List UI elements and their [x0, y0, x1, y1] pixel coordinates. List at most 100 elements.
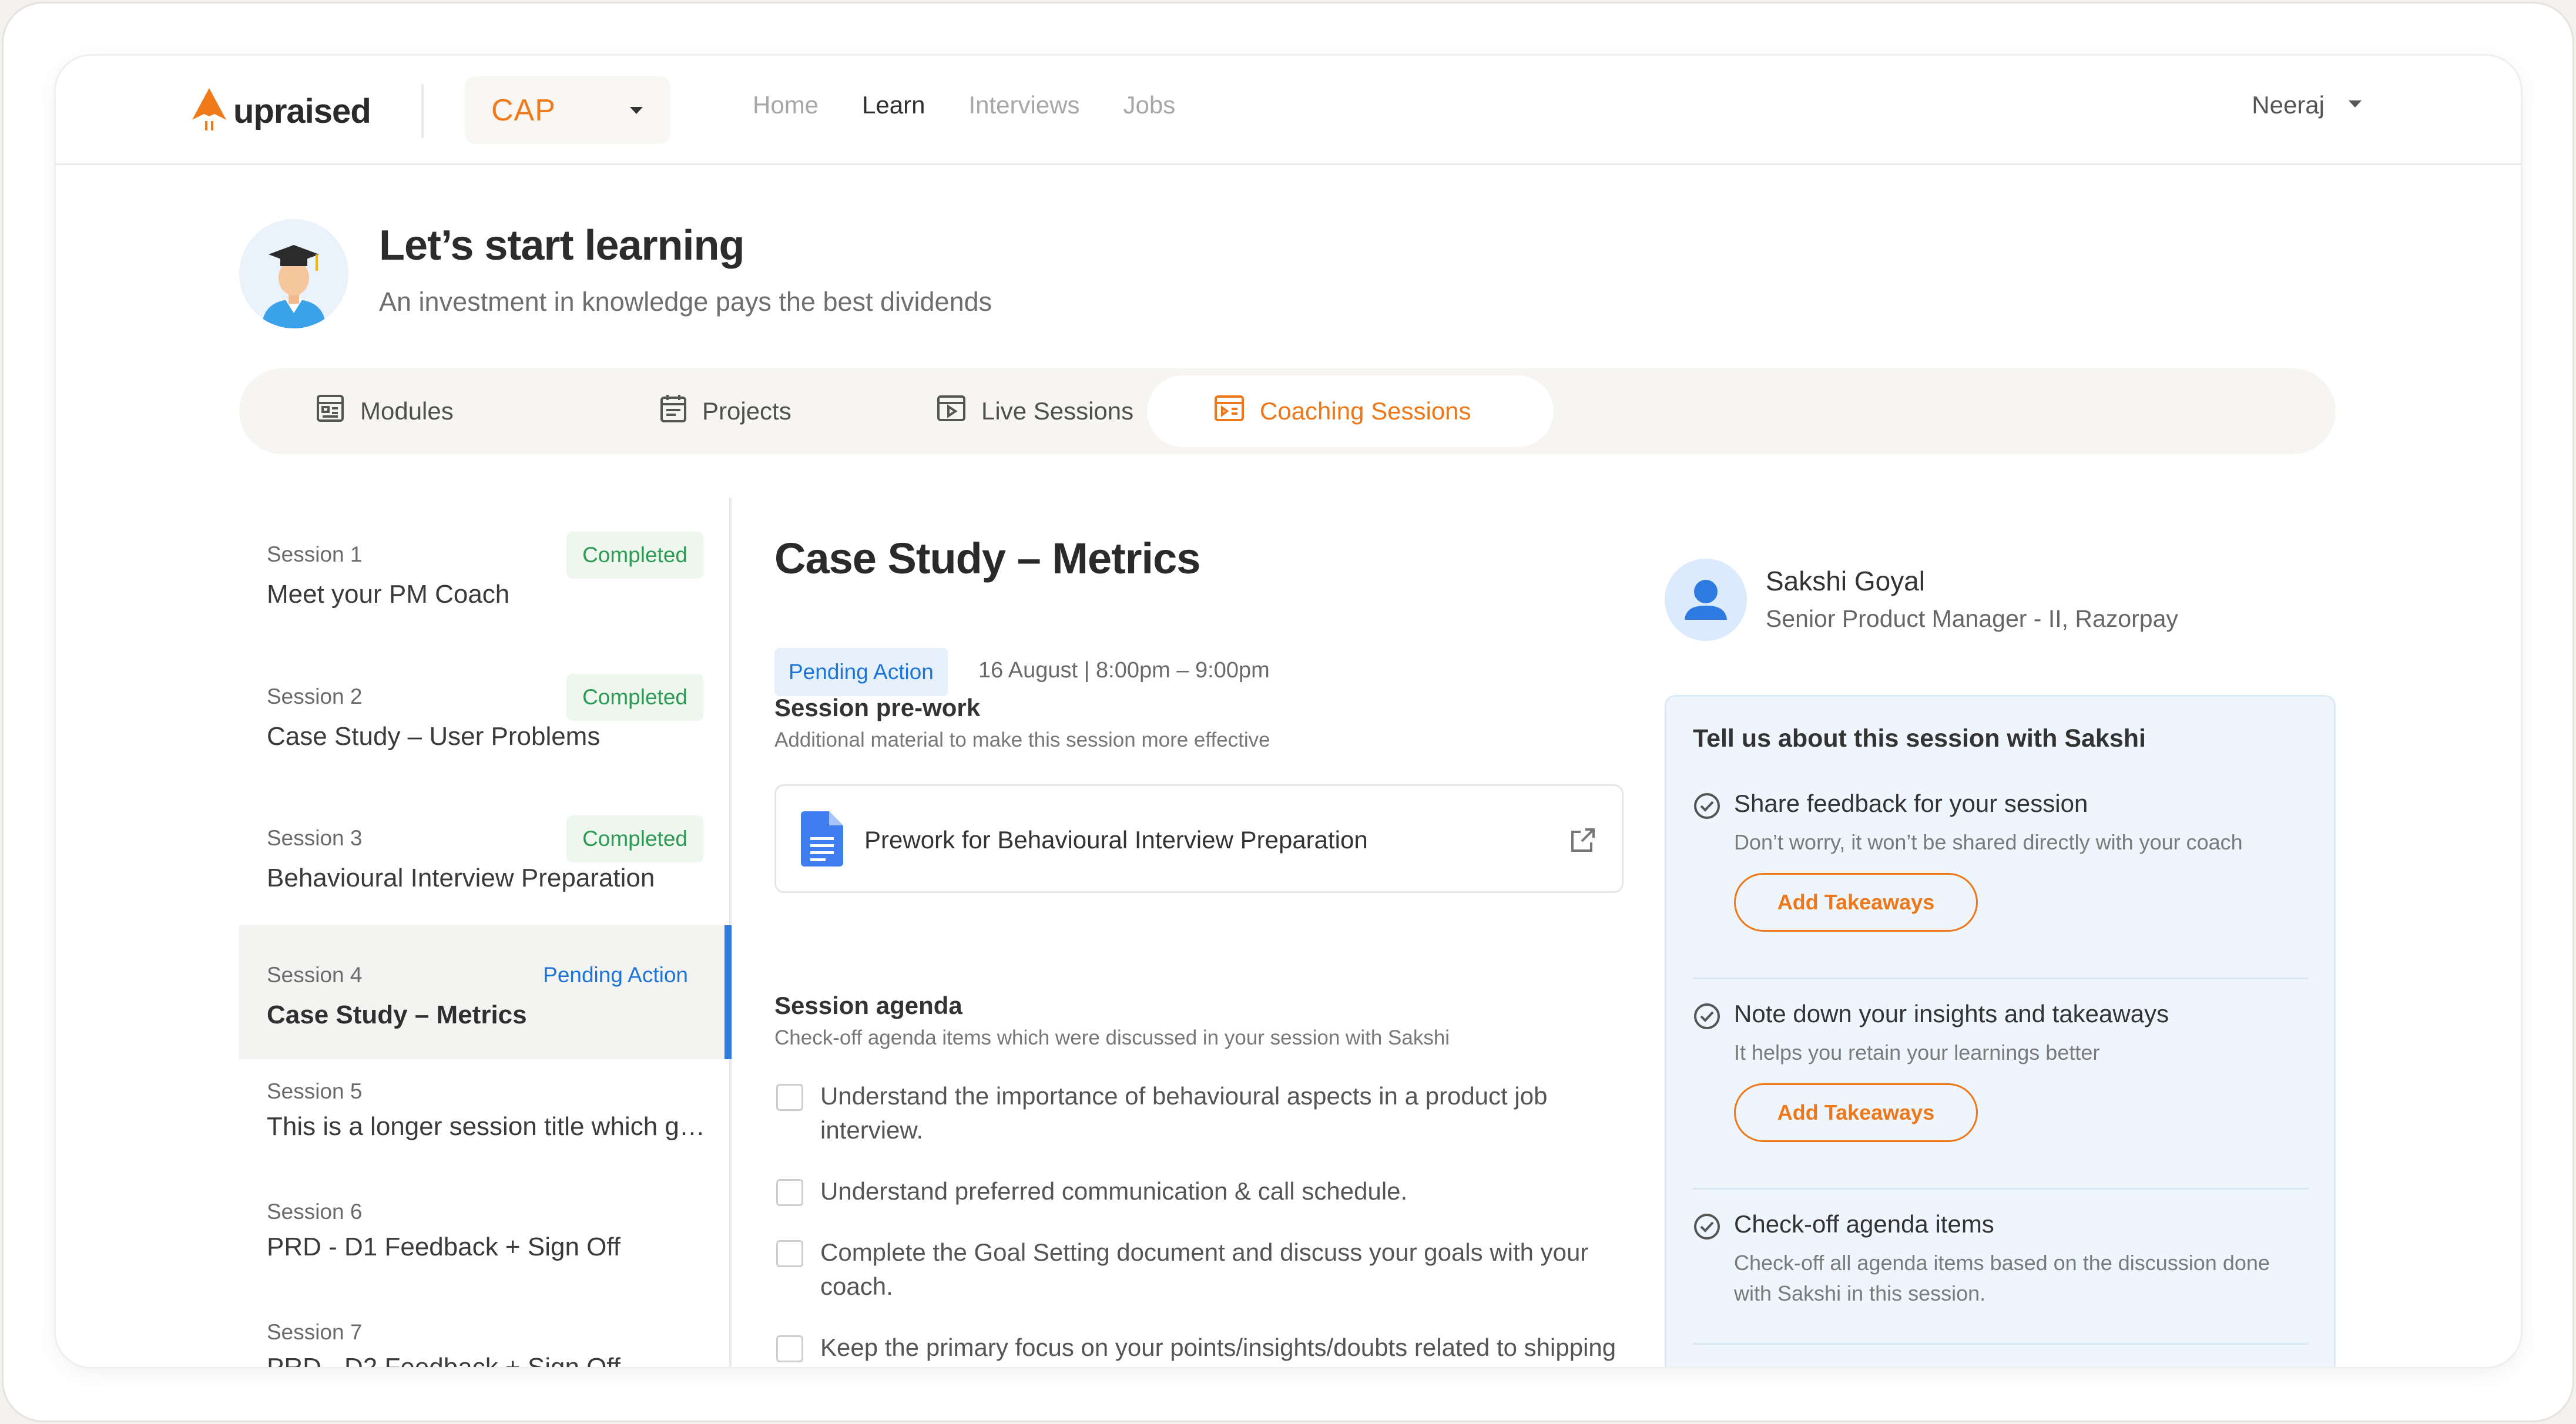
status-badge: Completed — [566, 532, 703, 579]
status-badge: Completed — [566, 674, 703, 721]
session-item-3[interactable]: Session 3 Completed Behavioural Intervie… — [239, 805, 729, 922]
agenda-heading: Session agenda — [774, 992, 962, 1019]
modules-icon — [316, 394, 345, 429]
tab-label: Modules — [360, 397, 454, 425]
session-title: Case Study – User Problems — [267, 722, 601, 751]
session-number: Session 4 — [267, 963, 363, 987]
agenda-item-text: Understand preferred communication & cal… — [820, 1177, 1408, 1205]
status-badge: Completed — [566, 815, 703, 862]
check-circle-icon — [1693, 1002, 1721, 1033]
video-icon — [937, 395, 966, 428]
session-number: Session 1 — [267, 542, 363, 566]
feedback-panel-title: Tell us about this session with Sakshi — [1693, 724, 2146, 753]
page-subtitle: An investment in knowledge pays the best… — [379, 287, 992, 317]
session-number: Session 2 — [267, 684, 363, 708]
learning-tabs: Modules Projects Live Sessions Coaching … — [239, 368, 2336, 454]
feedback-step-agenda: Check-off agenda items Check-off all age… — [1693, 1210, 2310, 1339]
tab-label: Live Sessions — [981, 397, 1134, 425]
feedback-step-insights: Note down your insights and takeaways It… — [1693, 1000, 2310, 1176]
session-title: Case Study – Metrics — [267, 1000, 527, 1029]
nav-link-home[interactable]: Home — [753, 91, 819, 119]
logo-wordmark: upraised — [233, 92, 371, 130]
session-title: PRD - D2 Feedback + Sign Off — [267, 1353, 620, 1367]
session-item-7[interactable]: Session 7 PRD - D2 Feedback + Sign Off — [239, 1320, 729, 1367]
feedback-step-heading: Check-off agenda items — [1734, 1210, 1994, 1238]
coach-avatar-icon — [1665, 559, 1747, 641]
add-takeaways-button[interactable]: Add Takeaways — [1734, 873, 1978, 932]
divider — [1693, 978, 2309, 979]
agenda-item-text: Complete the Goal Setting document and d… — [820, 1238, 1589, 1300]
session-number: Session 3 — [267, 826, 363, 850]
nav-divider — [421, 84, 424, 138]
feedback-step-heading: Note down your insights and takeaways — [1734, 1000, 2169, 1027]
prework-heading: Session pre-work — [774, 694, 981, 721]
logo[interactable]: upraised — [191, 87, 371, 136]
feedback-step-share: Share feedback for your session Don’t wo… — [1693, 790, 2310, 966]
google-doc-icon — [801, 811, 843, 869]
tab-label: Projects — [702, 397, 791, 425]
session-number: Session 7 — [267, 1320, 363, 1344]
nav-links: Home Learn Interviews Jobs — [753, 91, 1219, 119]
check-circle-icon — [1693, 1213, 1721, 1244]
user-menu[interactable]: Neeraj — [2252, 91, 2362, 119]
tab-label: Coaching Sessions — [1260, 397, 1471, 425]
active-indicator — [724, 925, 732, 1059]
session-list: Session 1 Completed Meet your PM Coach S… — [239, 498, 732, 1367]
feedback-step-subtext: Check-off all agenda items based on the … — [1734, 1251, 2270, 1305]
session-title-heading: Case Study – Metrics — [774, 534, 1200, 583]
coach-name: Sakshi Goyal — [1766, 566, 1926, 596]
nav-link-jobs[interactable]: Jobs — [1123, 91, 1176, 119]
feedback-step-subtext: It helps you retain your learnings bette… — [1734, 1040, 2100, 1064]
agenda-checkbox[interactable] — [776, 1240, 803, 1267]
session-item-1[interactable]: Session 1 Completed Meet your PM Coach — [239, 521, 729, 639]
agenda-item-text: Understand the importance of behavioural… — [820, 1082, 1548, 1144]
add-takeaways-button[interactable]: Add Takeaways — [1734, 1083, 1978, 1142]
page-title: Let’s start learning — [379, 222, 744, 269]
user-name: Neeraj — [2252, 91, 2325, 119]
status-badge: Pending Action — [774, 648, 948, 696]
session-item-2[interactable]: Session 2 Completed Case Study – User Pr… — [239, 663, 729, 781]
divider — [1693, 1343, 2309, 1345]
coach-role: Senior Product Manager - II, Razorpay — [1766, 605, 2178, 632]
session-item-4[interactable]: Session 4 Pending Action Case Study – Me… — [239, 925, 732, 1059]
resource-title: Prework for Behavioural Interview Prepar… — [864, 826, 1368, 854]
session-datetime: 16 August | 8:00pm – 9:00pm — [978, 658, 1270, 683]
session-title: This is a longer session title which goe… — [267, 1112, 710, 1141]
agenda-subheading: Check-off agenda items which were discus… — [774, 1026, 1450, 1049]
session-number: Session 6 — [267, 1200, 363, 1224]
program-select-value: CAP — [491, 93, 556, 127]
external-link-icon[interactable] — [1569, 826, 1597, 857]
agenda-item-text: Keep the primary focus on your points/in… — [820, 1334, 1616, 1361]
check-circle-icon — [1693, 792, 1721, 823]
status-label: Pending Action — [543, 963, 688, 987]
prework-subheading: Additional material to make this session… — [774, 728, 1270, 751]
session-item-5[interactable]: Session 5 This is a longer session title… — [239, 1079, 729, 1185]
tab-live-sessions[interactable]: Live Sessions — [937, 368, 1133, 454]
feedback-step-subtext: Don’t worry, it won’t be shared directly… — [1734, 830, 2243, 854]
session-title: PRD - D1 Feedback + Sign Off — [267, 1232, 621, 1261]
agenda-checkbox[interactable] — [776, 1084, 803, 1111]
logo-icon — [191, 87, 227, 136]
chevron-down-icon — [629, 106, 644, 118]
agenda-checkbox[interactable] — [776, 1179, 803, 1206]
app-window: upraised CAP Home Learn Interviews Jobs … — [56, 56, 2521, 1367]
session-title: Behavioural Interview Preparation — [267, 864, 655, 892]
feedback-step-heading: Share feedback for your session — [1734, 790, 2088, 817]
program-select[interactable]: CAP — [465, 76, 670, 144]
tab-projects[interactable]: Projects — [660, 368, 791, 454]
agenda-checkbox[interactable] — [776, 1335, 803, 1362]
tab-modules[interactable]: Modules — [316, 368, 454, 454]
feedback-panel: Tell us about this session with Sakshi S… — [1665, 695, 2336, 1367]
session-item-6[interactable]: Session 6 PRD - D1 Feedback + Sign Off — [239, 1200, 729, 1305]
calendar-icon — [660, 394, 687, 429]
session-title: Meet your PM Coach — [267, 580, 510, 609]
coaching-icon — [1214, 395, 1245, 428]
top-navbar: upraised CAP Home Learn Interviews Jobs … — [56, 56, 2521, 165]
session-number: Session 5 — [267, 1079, 363, 1103]
nav-link-learn[interactable]: Learn — [862, 91, 925, 119]
divider — [1693, 1188, 2309, 1190]
prework-resource-card[interactable]: Prework for Behavioural Interview Prepar… — [774, 784, 1624, 893]
nav-link-interviews[interactable]: Interviews — [968, 91, 1079, 119]
graduate-avatar-icon — [239, 219, 348, 328]
tab-coaching-sessions[interactable]: Coaching Sessions — [1147, 375, 1554, 447]
